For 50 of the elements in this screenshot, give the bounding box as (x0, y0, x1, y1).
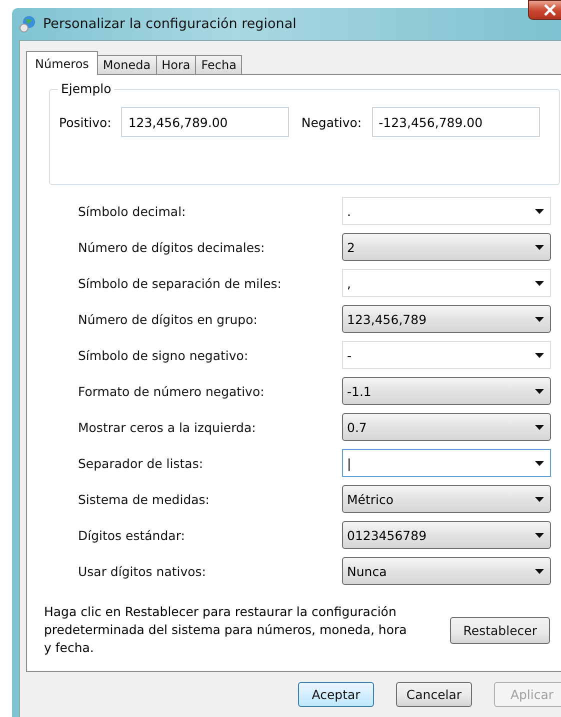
dropdown[interactable]: 123,456,789 (342, 305, 551, 333)
dropdown[interactable]: Métrico (342, 485, 551, 513)
setting-label: Número de dígitos decimales: (78, 240, 265, 254)
dropdown[interactable]: - (342, 341, 551, 369)
caret-icon (535, 460, 544, 466)
globe-clock-icon (19, 15, 37, 33)
setting-label: Símbolo de separación de miles: (78, 276, 282, 290)
setting-label: Formato de número negativo: (78, 384, 264, 398)
dropdown[interactable]: . (342, 197, 551, 225)
setting-label: Número de dígitos en grupo: (78, 312, 258, 326)
setting-label: Símbolo de signo negativo: (78, 348, 248, 362)
dropdown[interactable]: -1.1 (342, 377, 551, 405)
caret-icon (535, 388, 544, 394)
dialog-button[interactable]: Cancelar (396, 682, 472, 707)
tab[interactable]: Fecha (195, 55, 242, 74)
setting-label: Símbolo decimal: (78, 204, 186, 218)
tab[interactable]: Moneda (96, 55, 157, 74)
group-title: Ejemplo (58, 81, 114, 96)
setting-label: Mostrar ceros a la izquierda: (78, 420, 256, 434)
caret-icon (535, 280, 544, 286)
caret-icon (535, 316, 544, 322)
reset-description: Haga clic en Restablecer para restaurar la configuración predeterminada del sistema para números, moneda, hora y fecha. (44, 603, 408, 657)
tab[interactable]: Hora (156, 55, 196, 74)
caret-icon (535, 496, 544, 502)
close-icon (543, 4, 557, 16)
tab[interactable]: Números (26, 51, 98, 75)
reset-button[interactable]: Restablecer (450, 616, 550, 644)
positive-example-field: 123,456,789.00 (121, 107, 290, 137)
close-button[interactable] (528, 0, 561, 20)
setting-label: Separador de listas: (78, 456, 204, 470)
caret-icon (535, 424, 544, 430)
setting-label: Sistema de medidas: (78, 492, 210, 506)
window-title: Personalizar la configuración regional (43, 16, 296, 32)
caret-icon (535, 568, 544, 574)
caret-icon (535, 244, 544, 250)
setting-label: Usar dígitos nativos: (78, 564, 206, 578)
dropdown[interactable]: 0123456789 (342, 521, 551, 549)
dropdown[interactable]: 2 (342, 233, 551, 261)
caret-icon (535, 352, 544, 358)
dialog-button[interactable]: Aceptar (298, 682, 374, 707)
negative-example-field: -123,456,789.00 (372, 107, 540, 137)
dropdown[interactable]: | (342, 449, 551, 477)
caret-icon (535, 208, 544, 214)
field-label: Negativo: (301, 114, 362, 130)
field-label: Positivo: (59, 114, 112, 130)
dropdown[interactable]: 0.7 (342, 413, 551, 441)
setting-label: Dígitos estándar: (78, 528, 185, 542)
dropdown[interactable]: Nunca (342, 557, 551, 585)
dropdown[interactable]: , (342, 269, 551, 297)
caret-icon (535, 532, 544, 538)
